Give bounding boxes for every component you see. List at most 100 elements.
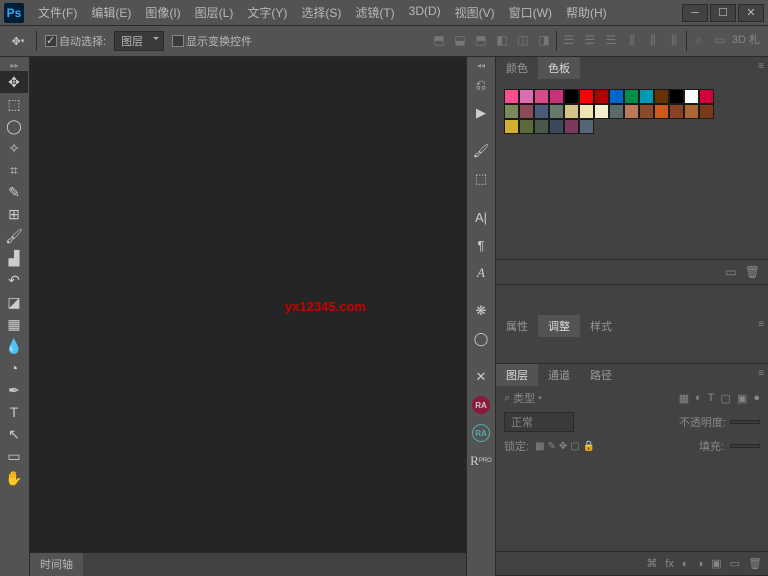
filter-type-dropdown[interactable]: ⌕ 类型 ▾ bbox=[504, 390, 542, 406]
dodge-tool[interactable]: ◔ bbox=[0, 357, 28, 379]
history-panel-icon[interactable]: ⎌ bbox=[467, 71, 495, 99]
swatch[interactable] bbox=[504, 119, 519, 134]
tab-channels[interactable]: 通道 bbox=[538, 364, 580, 386]
auto-select-checkbox[interactable]: 自动选择: bbox=[45, 33, 106, 49]
swatch[interactable] bbox=[609, 104, 624, 119]
path-tool[interactable]: ↖ bbox=[0, 423, 28, 445]
tools-panel-icon[interactable]: ✕ bbox=[467, 363, 495, 391]
canvas[interactable]: yx12345.com bbox=[30, 57, 466, 552]
healing-tool[interactable]: ⊞ bbox=[0, 203, 28, 225]
swatch[interactable] bbox=[669, 104, 684, 119]
swatch[interactable] bbox=[564, 104, 579, 119]
stamp-tool[interactable]: ▟ bbox=[0, 247, 28, 269]
swatch[interactable] bbox=[699, 89, 714, 104]
swatch[interactable] bbox=[639, 89, 654, 104]
lock-all-icon[interactable]: 🔒 bbox=[583, 441, 595, 452]
filter-adj-icon[interactable]: ◐ bbox=[695, 392, 702, 405]
ra-plugin2-icon[interactable]: RA bbox=[472, 424, 490, 442]
filter-smart-icon[interactable]: ▣ bbox=[737, 392, 747, 405]
swatch[interactable] bbox=[504, 89, 519, 104]
distribute-bottom-icon[interactable]: ☰ bbox=[602, 31, 620, 49]
gradient-tool[interactable]: ▦ bbox=[0, 313, 28, 335]
distribute-hcenter-icon[interactable]: ⫼ bbox=[644, 31, 662, 49]
distribute-top-icon[interactable]: ☰ bbox=[560, 31, 578, 49]
swatch[interactable] bbox=[504, 104, 519, 119]
menu-select[interactable]: 选择(S) bbox=[295, 1, 347, 24]
tab-paths[interactable]: 路径 bbox=[580, 364, 622, 386]
swatch[interactable] bbox=[699, 104, 714, 119]
opacity-input[interactable] bbox=[730, 420, 760, 424]
move-tool[interactable]: ✥ bbox=[0, 71, 28, 93]
nav-panel-icon[interactable]: ◯ bbox=[467, 325, 495, 353]
swatch[interactable] bbox=[684, 89, 699, 104]
panel-menu-icon[interactable]: ≡ bbox=[758, 319, 764, 330]
shape-tool[interactable]: ▭ bbox=[0, 445, 28, 467]
distribute-right-icon[interactable]: ⫼ bbox=[665, 31, 683, 49]
filter-toggle-icon[interactable]: ● bbox=[753, 392, 760, 405]
menu-window[interactable]: 窗口(W) bbox=[503, 1, 558, 24]
distribute-left-icon[interactable]: ⫼ bbox=[623, 31, 641, 49]
blur-tool[interactable]: 💧 bbox=[0, 335, 28, 357]
fill-input[interactable] bbox=[730, 444, 760, 448]
character-panel-icon[interactable]: A| bbox=[467, 203, 495, 231]
swatch[interactable] bbox=[579, 89, 594, 104]
lock-brush-icon[interactable]: ✎ bbox=[548, 441, 556, 452]
auto-select-dropdown[interactable]: 图层 bbox=[114, 31, 164, 51]
brush-panel-icon[interactable]: 🖌 bbox=[467, 137, 495, 165]
swatch[interactable] bbox=[624, 104, 639, 119]
swatch[interactable] bbox=[549, 119, 564, 134]
menu-view[interactable]: 视图(V) bbox=[449, 1, 501, 24]
new-swatch-icon[interactable]: ▭ bbox=[725, 265, 736, 279]
swatch[interactable] bbox=[654, 89, 669, 104]
menu-3d[interactable]: 3D(D) bbox=[403, 1, 447, 24]
pen-tool[interactable]: ✒ bbox=[0, 379, 28, 401]
swatch[interactable] bbox=[534, 89, 549, 104]
swatch[interactable] bbox=[624, 89, 639, 104]
align-vcenter-icon[interactable]: ⬓ bbox=[451, 31, 469, 49]
swatch[interactable] bbox=[564, 119, 579, 134]
filter-type-icon[interactable]: T bbox=[708, 392, 715, 405]
tab-properties[interactable]: 属性 bbox=[496, 315, 538, 337]
paragraph-panel-icon[interactable]: ¶ bbox=[467, 231, 495, 259]
filter-pixel-icon[interactable]: ▦ bbox=[679, 392, 689, 405]
swatch[interactable] bbox=[534, 104, 549, 119]
tab-styles[interactable]: 样式 bbox=[580, 315, 622, 337]
align-left-icon[interactable]: ◧ bbox=[493, 31, 511, 49]
align-right-icon[interactable]: ◨ bbox=[535, 31, 553, 49]
swatch[interactable] bbox=[549, 89, 564, 104]
timeline-tab[interactable]: 时间轴 bbox=[30, 553, 83, 576]
collapse-icon[interactable]: ▸▸ bbox=[0, 61, 29, 71]
maximize-button[interactable]: ☐ bbox=[710, 4, 736, 22]
3d-mode-icon[interactable]: ▭ bbox=[711, 31, 729, 49]
eyedropper-tool[interactable]: ✎ bbox=[0, 181, 28, 203]
group-icon[interactable]: ▣ bbox=[711, 557, 721, 570]
swatch[interactable] bbox=[519, 119, 534, 134]
swatch[interactable] bbox=[579, 119, 594, 134]
swatch[interactable] bbox=[669, 89, 684, 104]
rpro-plugin-icon[interactable]: RPRO bbox=[467, 447, 495, 475]
blend-mode-dropdown[interactable]: 正常 bbox=[504, 412, 574, 432]
lock-pixels-icon[interactable]: ▩ bbox=[535, 441, 544, 452]
lens-panel-icon[interactable]: ❋ bbox=[467, 297, 495, 325]
lasso-tool[interactable]: ◯ bbox=[0, 115, 28, 137]
marquee-tool[interactable]: ⬚ bbox=[0, 93, 28, 115]
menu-file[interactable]: 文件(F) bbox=[32, 1, 83, 24]
brush-tool[interactable]: 🖌 bbox=[0, 225, 28, 247]
layer-mask-icon[interactable]: ◐ bbox=[682, 558, 689, 570]
hand-tool[interactable]: ✋ bbox=[0, 467, 28, 489]
swatch[interactable] bbox=[654, 104, 669, 119]
link-layers-icon[interactable]: ⌘ bbox=[646, 557, 657, 570]
move-tool-icon[interactable]: ✥▾ bbox=[8, 31, 28, 51]
ra-plugin-icon[interactable]: RA bbox=[472, 396, 490, 414]
swatch[interactable] bbox=[519, 89, 534, 104]
new-layer-icon[interactable]: ▭ bbox=[730, 557, 740, 570]
delete-layer-icon[interactable]: 🗑 bbox=[748, 557, 762, 570]
swatch[interactable] bbox=[534, 119, 549, 134]
swatch[interactable] bbox=[639, 104, 654, 119]
history-brush-tool[interactable]: ↶ bbox=[0, 269, 28, 291]
brush-presets-icon[interactable]: ⬚ bbox=[467, 165, 495, 193]
align-hcenter-icon[interactable]: ◫ bbox=[514, 31, 532, 49]
menu-edit[interactable]: 编辑(E) bbox=[85, 1, 137, 24]
type-tool[interactable]: T bbox=[0, 401, 28, 423]
crop-tool[interactable]: ⌗ bbox=[0, 159, 28, 181]
